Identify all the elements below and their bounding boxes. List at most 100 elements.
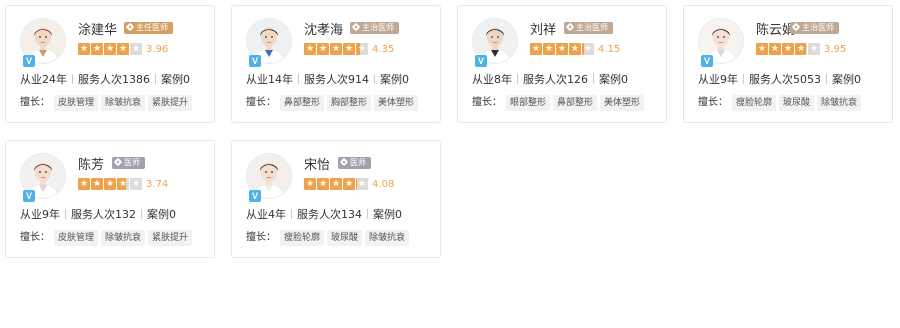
doctor-name[interactable]: 涂建华 — [78, 19, 117, 38]
specialty-label: 擅长： — [472, 97, 502, 108]
specialty-tag[interactable]: 瘦脸轮廓 — [732, 95, 777, 111]
rating-star-icon: ★ — [795, 43, 807, 55]
title-badge: 主治医师 — [564, 22, 613, 34]
specialty-tag[interactable]: 鼻部整形 — [280, 95, 325, 111]
doctor-name[interactable]: 沈孝海 — [304, 19, 343, 38]
rating-star-icon: ★ — [117, 43, 129, 55]
rating-score: 4.08 — [372, 179, 395, 190]
verified-icon: V — [249, 190, 261, 202]
doctor-avatar[interactable]: V — [472, 18, 520, 67]
specialty-tag[interactable]: 玻尿酸 — [779, 95, 815, 111]
doctor-stats: 从业14年 服务人次914 案例0 — [246, 73, 409, 87]
case-count[interactable]: 案例0 — [380, 73, 409, 86]
doctor-avatar[interactable]: V — [20, 18, 68, 67]
doctor-card[interactable]: V 涂建华 主任医师 ★ ★ ★ ★ ★ 3.96 从业24年 服务人次1386 案例0 擅长： 皮肤管理… — [5, 5, 215, 123]
case-count[interactable]: 案例0 — [832, 73, 861, 86]
rating-star-icon: ★ — [530, 43, 542, 55]
doctor-name[interactable]: 陈芳 — [78, 154, 104, 173]
verified-icon: V — [701, 55, 713, 67]
specialty-tag[interactable]: 皮肤管理 — [54, 230, 99, 246]
service-count: 服务人次5053 — [749, 73, 821, 86]
doctor-name[interactable]: 刘祥 — [530, 19, 556, 38]
specialty-tag[interactable]: 美体塑形 — [600, 95, 645, 111]
doctor-stats: 从业4年 服务人次134 案例0 — [246, 208, 402, 222]
specialty-tag[interactable]: 玻尿酸 — [327, 230, 363, 246]
verified-icon: V — [23, 190, 35, 202]
case-count[interactable]: 案例0 — [161, 73, 190, 86]
rating-star-icon: ★ — [117, 178, 129, 190]
experience-years: 从业9年 — [20, 208, 60, 221]
specialty-tag[interactable]: 瘦脸轮廓 — [280, 230, 325, 246]
rating-star-icon: ★ — [78, 43, 90, 55]
service-count: 服务人次134 — [297, 208, 362, 221]
doctor-card[interactable]: V 陈云娟 主治医师 ★ ★ ★ ★ ★ 3.95 从业9年 服务人次5053 案例0 擅长： 瘦脸轮廓玻… — [683, 5, 893, 123]
divider — [72, 74, 73, 84]
specialty-tag[interactable]: 胸部整形 — [327, 95, 372, 111]
title-badge-label: 主治医师 — [802, 23, 834, 32]
specialty-tag[interactable]: 除皱抗衰 — [101, 95, 146, 111]
rating-star-icon: ★ — [343, 178, 355, 190]
verified-icon: V — [475, 55, 487, 67]
doctor-name[interactable]: 宋怡 — [304, 154, 330, 173]
rating-star-icon: ★ — [91, 43, 103, 55]
diamond-icon — [565, 22, 575, 32]
rating-star-icon: ★ — [569, 43, 581, 55]
specialty-tag[interactable]: 除皱抗衰 — [817, 95, 862, 111]
rating-star-icon: ★ — [330, 43, 342, 55]
specialty-tag[interactable]: 皮肤管理 — [54, 95, 99, 111]
doctor-avatar[interactable]: V — [20, 153, 68, 202]
verified-icon: V — [249, 55, 261, 67]
specialty-tag[interactable]: 美体塑形 — [374, 95, 419, 111]
rating-star-icon: ★ — [304, 43, 316, 55]
doctor-card[interactable]: V 宋怡 医师 ★ ★ ★ ★ ★ 4.08 从业4年 服务人次134 案例0 擅长： 瘦脸轮廓 玻尿酸 除皱… — [231, 140, 441, 258]
rating-score: 4.35 — [372, 44, 395, 55]
doctor-stats: 从业8年 服务人次126 案例0 — [472, 73, 628, 87]
rating-star-icon: ★ — [317, 178, 329, 190]
diamond-icon — [113, 157, 123, 167]
rating-star-icon: ★ — [356, 43, 368, 55]
specialty-label: 擅长： — [20, 232, 50, 243]
title-badge-label: 医师 — [124, 158, 140, 167]
specialty-label: 擅长： — [246, 232, 276, 243]
rating-star-icon: ★ — [756, 43, 768, 55]
doctor-avatar[interactable]: V — [246, 153, 294, 202]
specialty-tag[interactable]: 紧肤提升 — [148, 230, 193, 246]
specialty-tag[interactable]: 除皱抗衰 — [101, 230, 146, 246]
doctor-avatar[interactable]: V — [698, 18, 746, 67]
rating-star-icon: ★ — [582, 43, 594, 55]
case-count[interactable]: 案例0 — [373, 208, 402, 221]
doctor-avatar[interactable]: V — [246, 18, 294, 67]
service-count: 服务人次132 — [71, 208, 136, 221]
specialty-row: 擅长： 皮肤管理 除皱抗衰 紧肤提升 — [20, 230, 195, 246]
divider — [826, 74, 827, 84]
divider — [593, 74, 594, 84]
diamond-icon — [351, 22, 361, 32]
title-badge: 医师 — [338, 157, 371, 169]
case-count[interactable]: 案例0 — [599, 73, 628, 86]
experience-years: 从业24年 — [20, 73, 67, 86]
specialty-tag[interactable]: 眼部整形 — [506, 95, 551, 111]
rating-star-icon: ★ — [343, 43, 355, 55]
doctor-card[interactable]: V 陈芳 医师 ★ ★ ★ ★ ★ 3.74 从业9年 服务人次132 案例0 擅长： 皮肤管理 除皱抗衰紧… — [5, 140, 215, 258]
service-count: 服务人次914 — [304, 73, 369, 86]
specialty-tag[interactable]: 鼻部整形 — [553, 95, 598, 111]
divider — [141, 209, 142, 219]
doctor-stats: 从业9年 服务人次5053 案例0 — [698, 73, 861, 87]
service-count: 服务人次126 — [523, 73, 588, 86]
doctor-card[interactable]: V 刘祥 主治医师 ★ ★ ★ ★ ★ 4.15 从业8年 服务人次126 案例0 擅长： 眼部整形 鼻部整… — [457, 5, 667, 123]
specialty-tag[interactable]: 除皱抗衰 — [365, 230, 410, 246]
case-count[interactable]: 案例0 — [147, 208, 176, 221]
title-badge-label: 主治医师 — [362, 23, 394, 32]
rating-star-icon: ★ — [808, 43, 820, 55]
specialty-tag[interactable]: 紧肤提升 — [148, 95, 193, 111]
experience-years: 从业14年 — [246, 73, 293, 86]
divider — [517, 74, 518, 84]
doctor-card[interactable]: V 沈孝海 主治医师 ★ ★ ★ ★ ★ 4.35 从业14年 服务人次914 案例0 擅长： 鼻部整形胸… — [231, 5, 441, 123]
title-badge-label: 主治医师 — [576, 23, 608, 32]
rating-star-icon: ★ — [104, 43, 116, 55]
title-badge: 主任医师 — [124, 22, 173, 34]
divider — [374, 74, 375, 84]
rating-star-icon: ★ — [782, 43, 794, 55]
specialty-label: 擅长： — [20, 97, 50, 108]
rating-star-icon: ★ — [130, 43, 142, 55]
